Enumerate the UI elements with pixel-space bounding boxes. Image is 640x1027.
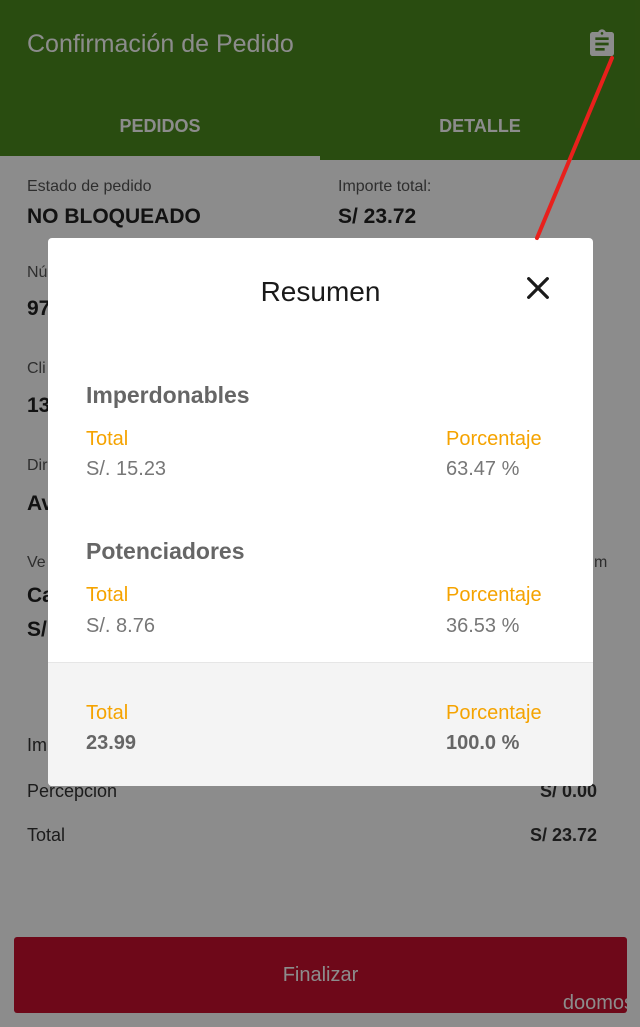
section-title-potenciadores: Potenciadores — [86, 538, 245, 564]
imperdonables-total-value: S/. 15.23 — [86, 458, 167, 480]
imperdonables-pct-label: Porcentaje — [446, 428, 542, 450]
footer-pct-label: Porcentaje — [446, 702, 542, 724]
imperdonables-pct-value: 63.47 % — [446, 458, 520, 480]
footer-pct-value: 100.0 % — [446, 732, 520, 754]
footer-total-value: 23.99 — [86, 732, 137, 754]
footer-total-label: Total — [86, 702, 129, 724]
potenciadores-pct-label: Porcentaje — [446, 584, 542, 606]
imperdonables-total-label: Total — [86, 428, 129, 450]
close-icon[interactable] — [522, 272, 554, 304]
dialog-title: Resumen — [260, 276, 381, 307]
potenciadores-total-value: S/. 8.76 — [86, 615, 155, 637]
section-title-imperdonables: Imperdonables — [86, 382, 250, 408]
potenciadores-total-label: Total — [86, 584, 129, 606]
potenciadores-pct-value: 36.53 % — [446, 615, 520, 637]
summary-dialog: Resumen Imperdonables Total S/. 15.23 Po… — [48, 238, 593, 786]
dialog-footer-totals: Total 23.99 Porcentaje 100.0 % — [48, 662, 593, 786]
